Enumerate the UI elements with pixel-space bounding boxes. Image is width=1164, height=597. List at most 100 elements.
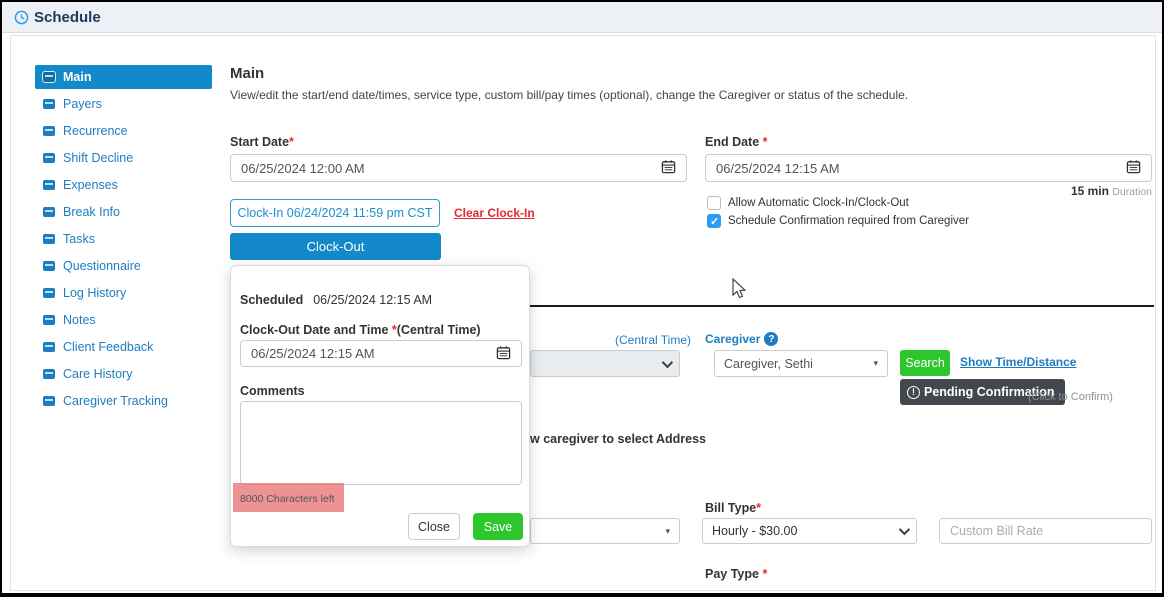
pay-type-label: Pay Type * [705, 567, 767, 581]
clock-out-modal: Scheduled 06/25/2024 12:15 AM Clock-Out D… [230, 265, 530, 547]
bill-type-select[interactable]: Hourly - $30.00 [702, 518, 917, 544]
start-date-value: 06/25/2024 12:00 AM [241, 161, 365, 176]
section-title: Main [230, 65, 264, 82]
card-icon [43, 288, 55, 298]
sidebar-item-label: Shift Decline [63, 151, 133, 165]
sidebar-item-label: Questionnaire [63, 259, 141, 273]
start-date-label: Start Date* [230, 135, 294, 149]
click-to-confirm-note: (Click to Confirm) [1028, 391, 1113, 403]
app-window: Schedule Main Payers Recurrence Shift De… [0, 0, 1164, 597]
sidebar-item-break-info[interactable]: Break Info [35, 200, 212, 224]
auto-clock-checkbox[interactable] [707, 196, 721, 210]
header-bar: Schedule [2, 2, 1162, 33]
end-date-label: End Date * [705, 135, 768, 149]
show-time-distance-link[interactable]: Show Time/Distance [960, 355, 1076, 369]
card-icon [43, 99, 55, 109]
calendar-icon[interactable] [661, 159, 676, 177]
page-title: Schedule [34, 9, 101, 26]
custom-bill-rate-placeholder: Custom Bill Rate [950, 524, 1043, 538]
sidebar-item-recurrence[interactable]: Recurrence [35, 119, 212, 143]
sidebar-item-shift-decline[interactable]: Shift Decline [35, 146, 212, 170]
dropdown-arrow-icon: ▾ [665, 526, 670, 537]
sidebar-item-log-history[interactable]: Log History [35, 281, 212, 305]
end-date-value: 06/25/2024 12:15 AM [716, 161, 840, 176]
custom-bill-rate-input[interactable]: Custom Bill Rate [939, 518, 1152, 544]
card-icon [43, 342, 55, 352]
sidebar-item-label: Log History [63, 286, 126, 300]
save-button[interactable]: Save [473, 513, 523, 540]
service-code-select[interactable]: ▾ [530, 518, 680, 544]
sidebar-item-notes[interactable]: Notes [35, 308, 212, 332]
chevron-down-icon [899, 524, 910, 535]
clock-out-button[interactable]: Clock-Out [230, 233, 441, 260]
sidebar-item-label: Expenses [63, 178, 118, 192]
sidebar-item-label: Care History [63, 367, 132, 381]
scheduled-row: Scheduled 06/25/2024 12:15 AM [240, 293, 432, 307]
caregiver-address-text: w caregiver to select Address [530, 432, 706, 446]
bill-type-label: Bill Type* [705, 501, 761, 515]
sidebar-item-label: Recurrence [63, 124, 128, 138]
sidebar-nav: Main Payers Recurrence Shift Decline Exp… [35, 65, 212, 413]
required-asterisk: * [762, 567, 767, 581]
service-type-select[interactable] [530, 350, 680, 377]
clock-out-datetime-input[interactable]: 06/25/2024 12:15 AM [240, 340, 522, 367]
sidebar-item-payers[interactable]: Payers [35, 92, 212, 116]
dropdown-arrow-icon: ▾ [873, 358, 878, 369]
confirm-checkbox[interactable] [707, 214, 721, 228]
clear-clock-in-link[interactable]: Clear Clock-In [454, 206, 535, 220]
required-asterisk: * [756, 501, 761, 515]
sidebar-item-caregiver-tracking[interactable]: Caregiver Tracking [35, 389, 212, 413]
caregiver-label: Caregiver ? [705, 332, 778, 346]
comments-label: Comments [240, 384, 305, 398]
caregiver-value: Caregiver, Sethi [724, 357, 813, 371]
help-icon[interactable]: ? [764, 332, 778, 346]
card-icon [43, 180, 55, 190]
clock-out-datetime-value: 06/25/2024 12:15 AM [251, 346, 375, 361]
clock-in-button[interactable]: Clock-In 06/24/2024 11:59 pm CST [230, 199, 440, 227]
comments-textarea[interactable] [240, 401, 522, 485]
card-icon [43, 72, 55, 82]
caregiver-select[interactable]: Caregiver, Sethi ▾ [714, 350, 888, 377]
clock-out-datetime-label: Clock-Out Date and Time *(Central Time) [240, 323, 481, 337]
card-icon [43, 369, 55, 379]
card-icon [43, 207, 55, 217]
sidebar-item-label: Notes [63, 313, 96, 327]
card-icon [43, 153, 55, 163]
chevron-down-icon [662, 356, 673, 367]
confirm-checkbox-row: Schedule Confirmation required from Care… [707, 214, 969, 228]
schedule-clock-icon [14, 10, 29, 30]
sidebar-item-tasks[interactable]: Tasks [35, 227, 212, 251]
confirm-label: Schedule Confirmation required from Care… [728, 215, 969, 227]
sidebar-item-label: Caregiver Tracking [63, 394, 168, 408]
bill-type-value: Hourly - $30.00 [712, 524, 797, 538]
auto-clock-checkbox-row: Allow Automatic Clock-In/Clock-Out [707, 196, 909, 210]
calendar-icon[interactable] [496, 345, 511, 363]
sidebar-item-care-history[interactable]: Care History [35, 362, 212, 386]
card-icon [43, 234, 55, 244]
end-date-input[interactable]: 06/25/2024 12:15 AM [705, 154, 1152, 182]
sidebar-item-label: Payers [63, 97, 102, 111]
calendar-icon[interactable] [1126, 159, 1141, 177]
required-asterisk: * [289, 135, 294, 149]
sidebar-item-main[interactable]: Main [35, 65, 212, 89]
auto-clock-label: Allow Automatic Clock-In/Clock-Out [728, 197, 909, 209]
card-icon [43, 261, 55, 271]
scheduled-value: 06/25/2024 12:15 AM [313, 293, 432, 307]
characters-left-note: 8000 Characters left [240, 493, 335, 505]
central-time-note: (Central Time) [615, 333, 691, 347]
start-date-input[interactable]: 06/25/2024 12:00 AM [230, 154, 687, 182]
sidebar-item-label: Break Info [63, 205, 120, 219]
scheduled-label: Scheduled [240, 293, 303, 307]
close-button[interactable]: Close [408, 513, 460, 540]
exclamation-icon: ! [907, 386, 920, 399]
card-icon [43, 126, 55, 136]
search-button[interactable]: Search [900, 350, 950, 376]
section-divider [530, 305, 1154, 307]
sidebar-item-label: Tasks [63, 232, 95, 246]
sidebar-item-client-feedback[interactable]: Client Feedback [35, 335, 212, 359]
sidebar-item-questionnaire[interactable]: Questionnaire [35, 254, 212, 278]
sidebar-item-label: Main [63, 70, 91, 84]
section-description: View/edit the start/end date/times, serv… [230, 88, 908, 102]
mouse-cursor [732, 278, 748, 305]
sidebar-item-expenses[interactable]: Expenses [35, 173, 212, 197]
